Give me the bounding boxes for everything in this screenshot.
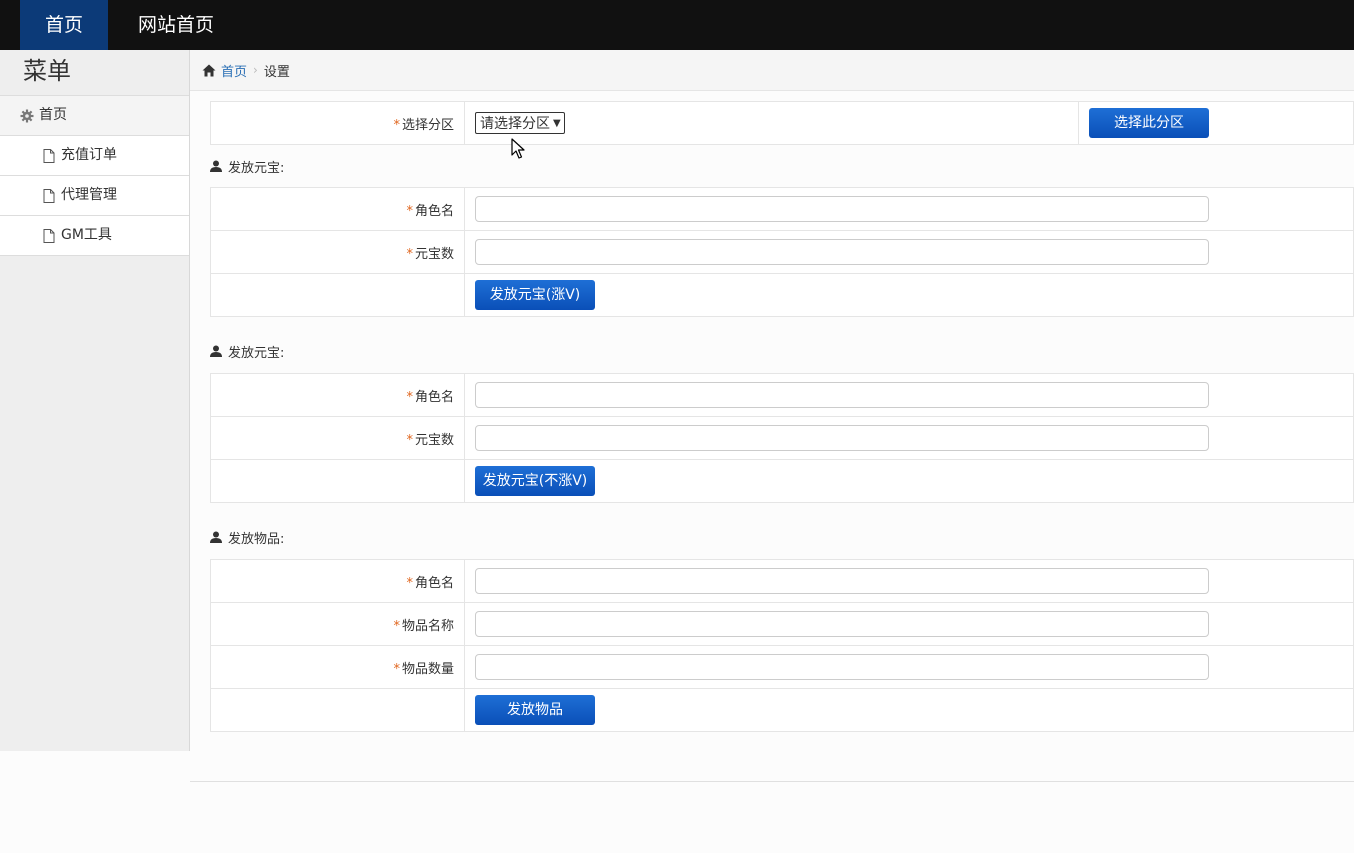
empty-cell (210, 273, 465, 317)
amount-input-cell (464, 230, 1354, 274)
zone-select[interactable]: 请选择分区 ▼ (475, 112, 565, 134)
nav-site-home[interactable]: 网站首页 (130, 0, 222, 50)
item-qty-label-cell: * 物品数量 (210, 645, 465, 689)
main-content: * 选择分区 请选择分区 ▼ 选择此分区 发放元宝: * 角色名 * 元宝数 发放元宝(… (210, 101, 1354, 732)
send-ingot-v-button[interactable]: 发放元宝(涨V) (475, 280, 595, 310)
sidebar-item-label: 代理管理 (61, 187, 117, 203)
item-qty-input-cell (464, 645, 1354, 689)
role-label: 角色名 (414, 575, 454, 591)
required-mark: * (406, 203, 413, 219)
amount-label: 元宝数 (414, 246, 454, 262)
sidebar-item-label: 首页 (39, 107, 67, 123)
section-title-ingot-no-v: 发放元宝: (210, 329, 1354, 373)
role-input-cell (464, 187, 1354, 231)
section-title-text: 发放元宝: (228, 345, 285, 361)
required-mark: * (406, 432, 413, 448)
file-icon (41, 188, 57, 204)
role-label-cell: * 角色名 (210, 559, 465, 603)
ingot-v-form: * 角色名 * 元宝数 发放元宝(涨V) (210, 187, 1354, 317)
amount-label-cell: * 元宝数 (210, 230, 465, 274)
button-cell: 发放元宝(不涨V) (464, 459, 1354, 503)
top-nav: 首页 网站首页 (0, 0, 1354, 50)
role-name-input[interactable] (475, 382, 1209, 408)
item-qty-label: 物品数量 (401, 661, 454, 677)
gear-icon (19, 108, 35, 124)
sidebar-item-home[interactable]: 首页 (0, 96, 189, 136)
sidebar-item-gm-tools[interactable]: GM工具 (0, 216, 189, 256)
required-mark: * (393, 661, 400, 677)
nav-home[interactable]: 首页 (20, 0, 109, 50)
breadcrumb-current: 设置 (263, 64, 290, 80)
chevron-down-icon: ▼ (553, 117, 561, 129)
chevron-right-icon: › (253, 63, 258, 77)
item-name-label-cell: * 物品名称 (210, 602, 465, 646)
sidebar-item-recharge-orders[interactable]: 充值订单 (0, 136, 189, 176)
breadcrumb-home-link[interactable]: 首页 (221, 61, 247, 80)
role-name-input[interactable] (475, 568, 1209, 594)
empty-cell (210, 459, 465, 503)
required-mark: * (406, 389, 413, 405)
user-icon (210, 530, 224, 544)
zone-label-cell: * 选择分区 (210, 101, 465, 145)
section-title-text: 发放物品: (228, 531, 285, 547)
section-title-items: 发放物品: (210, 515, 1354, 559)
ingot-amount-input[interactable] (475, 425, 1209, 451)
role-label-cell: * 角色名 (210, 373, 465, 417)
role-label: 角色名 (414, 203, 454, 219)
amount-label-cell: * 元宝数 (210, 416, 465, 460)
zone-button-cell: 选择此分区 (1078, 101, 1354, 145)
item-name-label: 物品名称 (401, 618, 454, 634)
sidebar-item-agent-management[interactable]: 代理管理 (0, 176, 189, 216)
mouse-cursor-icon (511, 138, 525, 160)
role-input-cell (464, 373, 1354, 417)
select-zone-button[interactable]: 选择此分区 (1089, 108, 1209, 138)
items-form: * 角色名 * 物品名称 * 物品数量 发放物品 (210, 559, 1354, 732)
role-label-cell: * 角色名 (210, 187, 465, 231)
required-mark: * (393, 618, 400, 634)
zone-form: * 选择分区 请选择分区 ▼ 选择此分区 (210, 101, 1354, 145)
send-ingot-no-v-button[interactable]: 发放元宝(不涨V) (475, 466, 595, 496)
role-input-cell (464, 559, 1354, 603)
send-items-button[interactable]: 发放物品 (475, 695, 595, 725)
role-label: 角色名 (414, 389, 454, 405)
ingot-no-v-form: * 角色名 * 元宝数 发放元宝(不涨V) (210, 373, 1354, 503)
empty-cell (210, 688, 465, 732)
item-quantity-input[interactable] (475, 654, 1209, 680)
top-bar: 首页 网站首页 (0, 0, 1354, 50)
amount-label: 元宝数 (414, 432, 454, 448)
item-name-input[interactable] (475, 611, 1209, 637)
breadcrumb: 首页 › 设置 (190, 50, 1354, 91)
zone-select-value: 请选择分区 (480, 116, 550, 132)
sidebar-item-label: 充值订单 (61, 147, 117, 163)
button-cell: 发放元宝(涨V) (464, 273, 1354, 317)
ingot-amount-input[interactable] (475, 239, 1209, 265)
user-icon (210, 159, 224, 173)
amount-input-cell (464, 416, 1354, 460)
file-icon (41, 148, 57, 164)
required-mark: * (406, 575, 413, 591)
section-title-ingot-v: 发放元宝: (210, 145, 1354, 187)
sidebar-title: 菜单 (0, 50, 189, 96)
section-title-text: 发放元宝: (228, 160, 285, 176)
item-name-input-cell (464, 602, 1354, 646)
file-icon (41, 228, 57, 244)
footer-divider (190, 781, 1354, 782)
zone-select-cell: 请选择分区 ▼ (464, 101, 1079, 145)
required-mark: * (406, 246, 413, 262)
sidebar-item-label: GM工具 (61, 227, 112, 243)
required-mark: * (393, 117, 400, 133)
button-cell: 发放物品 (464, 688, 1354, 732)
sidebar: 菜单 首页 充值订单 代理管理 GM工具 (0, 50, 190, 751)
home-icon (202, 62, 218, 78)
zone-label: 选择分区 (401, 117, 454, 133)
role-name-input[interactable] (475, 196, 1209, 222)
user-icon (210, 344, 224, 358)
